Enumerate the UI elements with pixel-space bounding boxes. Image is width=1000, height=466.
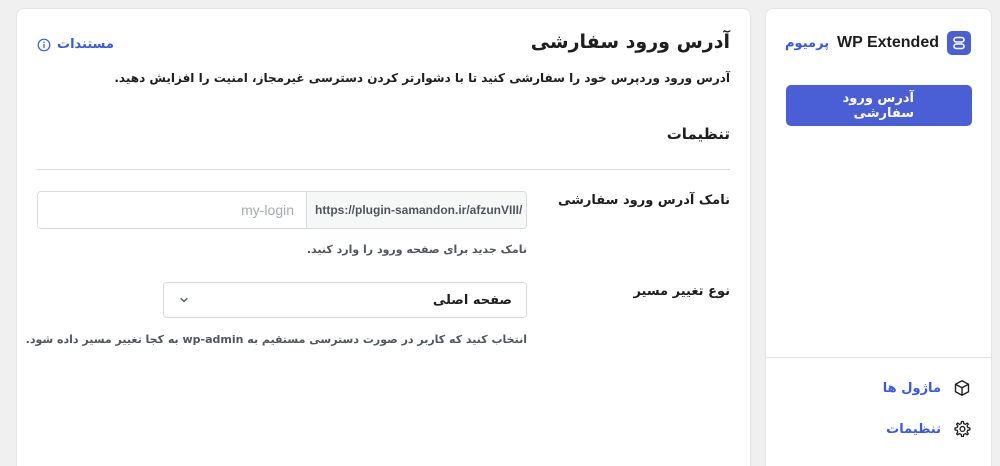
sidebar-item-label: تنظیمات <box>886 421 941 437</box>
page-description: آدرس ورود وردپرس خود را سفارشی کنید تا ب… <box>114 71 730 85</box>
sidebar: WP Extended پرمیوم آدرس ورود سفارشی ماژو… <box>765 8 992 466</box>
sidebar-item-custom-login-url[interactable]: آدرس ورود سفارشی <box>786 85 972 126</box>
main-card: آدرس ورود سفارشی مستندات آدرس ورود وردپر… <box>16 8 751 466</box>
sidebar-item-label: آدرس ورود سفارشی <box>842 90 914 121</box>
redirect-type-select[interactable]: صفحه اصلی <box>163 282 527 318</box>
premium-badge: پرمیوم <box>785 35 830 51</box>
site-url-prefix: https://plugin-samandon.ir/afzunVIII/ <box>306 192 526 228</box>
page-title: آدرس ورود سفارشی <box>530 31 730 53</box>
sidebar-item-label: ماژول ها <box>882 380 941 396</box>
redirect-type-selected: صفحه اصلی <box>432 292 512 308</box>
cube-icon <box>953 379 971 397</box>
settings-section-title: تنظیمات <box>666 125 730 143</box>
documentation-link[interactable]: مستندات <box>37 37 114 52</box>
login-slug-help: نامک جدید برای صفحه ورود را وارد کنید. <box>306 243 527 256</box>
gear-icon <box>953 420 971 438</box>
brand: WP Extended پرمیوم <box>785 31 971 55</box>
sidebar-item-settings[interactable]: تنظیمات <box>886 420 971 438</box>
wp-extended-logo-icon <box>947 31 971 55</box>
sidebar-item-modules[interactable]: ماژول ها <box>883 379 971 397</box>
section-divider <box>37 169 730 170</box>
info-icon <box>37 38 51 52</box>
brand-name: WP Extended <box>837 34 939 51</box>
login-slug-group: https://plugin-samandon.ir/afzunVIII/ <box>37 191 527 229</box>
redirect-type-help: انتخاب کنید که کاربر در صورت دسترسی مستق… <box>25 333 527 346</box>
redirect-type-label: نوع تغییر مسیر <box>633 284 730 299</box>
chevron-down-icon <box>178 294 190 306</box>
sidebar-divider <box>766 357 991 358</box>
login-slug-label: نامک آدرس ورود سفارشی <box>557 193 730 208</box>
documentation-link-label: مستندات <box>57 37 114 52</box>
login-slug-input[interactable] <box>38 192 306 228</box>
